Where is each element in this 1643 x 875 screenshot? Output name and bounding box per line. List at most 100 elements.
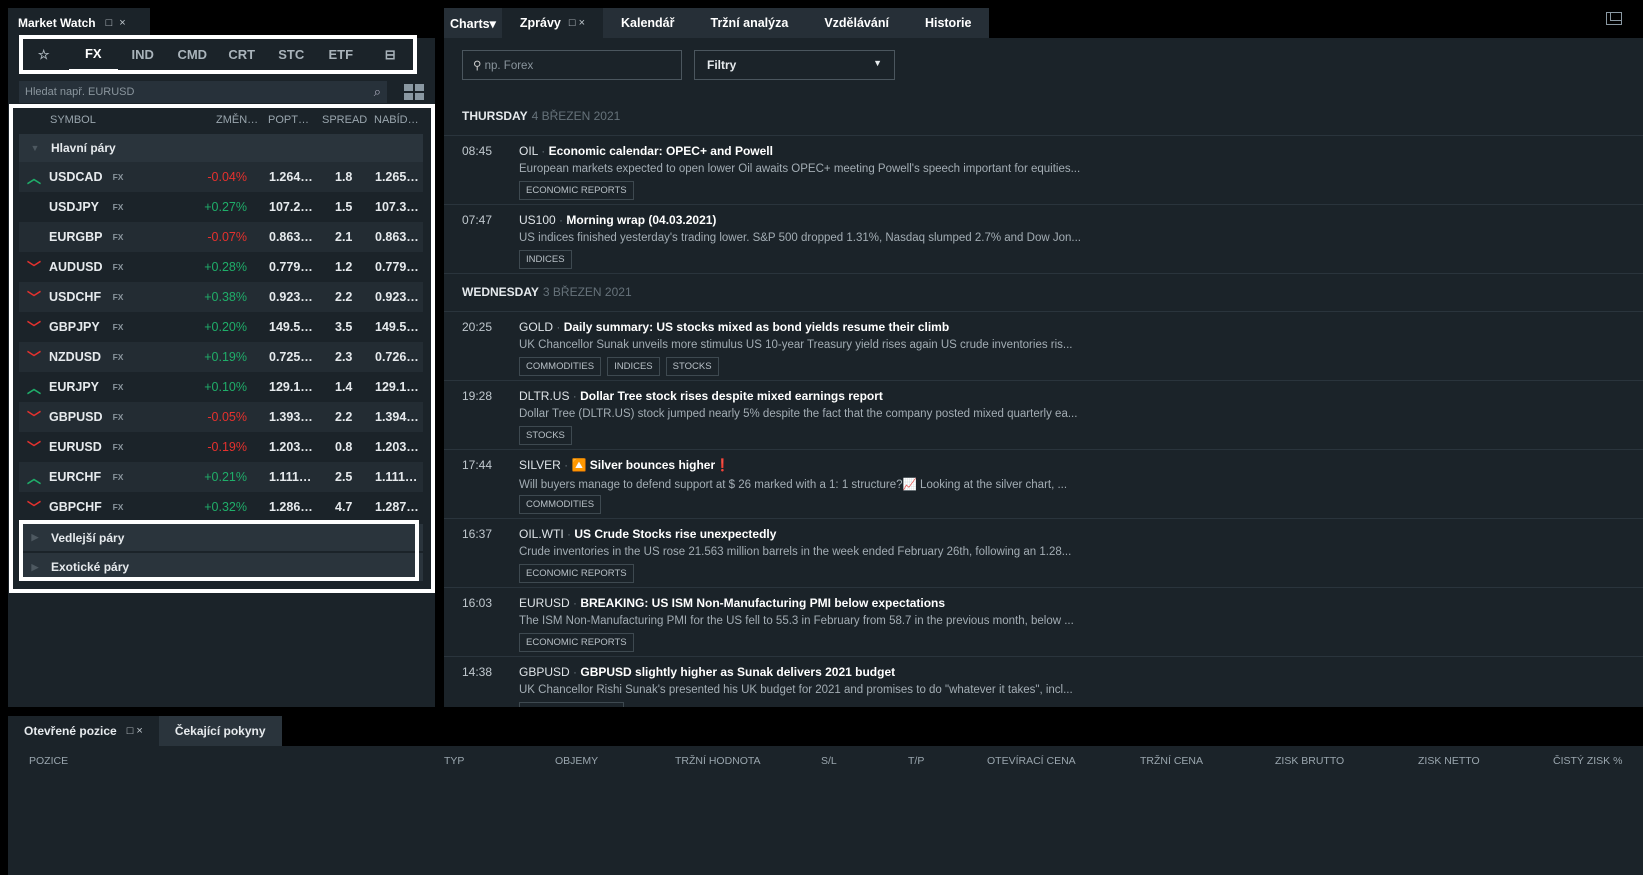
center-tabs: Charts▾ Zprávy □ × Kalendář Tržní analýza Vzd… xyxy=(444,8,990,38)
category-tab-3[interactable]: CMD xyxy=(168,38,218,71)
tab-label: Tržní analýza xyxy=(710,16,789,30)
day-header: THURSDAY 4 BŘEZEN 2021 xyxy=(444,98,1643,136)
news-tags: ECONOMIC REPORTS xyxy=(519,181,634,200)
separator: · xyxy=(560,458,572,472)
news-tags: INDICES xyxy=(519,250,572,269)
separator: · xyxy=(569,596,581,610)
category-tabs: ☆ FX IND CMD CRT STC ETF ⊟ xyxy=(19,38,415,72)
tab-5[interactable]: Historie xyxy=(906,8,990,38)
news-title: DLTR.US · Dollar Tree stock rises despit… xyxy=(519,389,883,403)
tab-4[interactable]: Vzdělávání xyxy=(806,8,907,38)
tab-label: Vzdělávání xyxy=(824,16,889,30)
news-title: GOLD · Daily summary: US stocks mixed as… xyxy=(519,320,949,334)
news-tag[interactable]: INDICES xyxy=(519,250,572,269)
news-symbol[interactable]: DLTR.US xyxy=(519,389,569,403)
news-tags: ECONOMIC REPORTS xyxy=(519,633,634,652)
news-tag[interactable]: ECONOMIC REPORTS xyxy=(519,564,634,583)
news-symbol[interactable]: GBPUSD xyxy=(519,665,570,679)
grid-view-icon[interactable] xyxy=(404,84,424,100)
news-tag[interactable]: STOCKS xyxy=(665,357,719,376)
news-time: 08:45 xyxy=(462,144,493,158)
news-tag[interactable]: ECONOMIC REPORTS xyxy=(519,633,634,652)
news-item[interactable]: 08:45 OIL · Economic calendar: OPEC+ and … xyxy=(444,136,1643,205)
news-headline[interactable]: US Crude Stocks rise unexpectedly xyxy=(574,527,776,541)
news-description: US indices finished yesterday's trading … xyxy=(519,232,1081,244)
news-tag[interactable]: ECONOMIC REPORTS xyxy=(519,181,634,200)
separator: · xyxy=(569,389,581,403)
filter-dropdown[interactable]: Filtry ▼ xyxy=(694,50,895,80)
col-6[interactable]: OTEVÍRACÍ CENA xyxy=(987,755,1076,767)
day-name: WEDNESDAY xyxy=(462,285,539,299)
news-tag[interactable]: INDICES xyxy=(607,357,660,376)
news-description: Will buyers manage to defend support at … xyxy=(519,479,1068,491)
category-tab-0[interactable]: ☆ xyxy=(19,38,69,71)
news-headline[interactable]: BREAKING: US ISM Non-Manufacturing PMI b… xyxy=(580,596,945,610)
tab-0[interactable]: Charts▾ xyxy=(444,8,502,38)
category-tab-7[interactable]: ⊟ xyxy=(366,38,416,71)
news-item[interactable]: 20:25 GOLD · Daily summary: US stocks mix… xyxy=(444,312,1643,381)
news-description: European markets expected to open lower … xyxy=(519,163,1081,175)
col-2[interactable]: OBJEMY xyxy=(555,755,598,767)
category-tab-5[interactable]: STC xyxy=(267,38,317,71)
news-item[interactable]: 16:37 OIL.WTI · US Crude Stocks rise unex… xyxy=(444,519,1643,588)
news-symbol[interactable]: SILVER xyxy=(519,458,561,472)
news-search-input[interactable]: ⚲ np. Forex xyxy=(462,50,682,80)
separator: · xyxy=(537,144,549,158)
news-item[interactable]: 07:47 US100 · Morning wrap (04.03.2021) US… xyxy=(444,205,1643,274)
search-icon: ⚲ xyxy=(473,60,485,72)
market-watch-tab[interactable]: Market Watch □ × xyxy=(8,8,150,38)
news-headline[interactable]: Economic calendar: OPEC+ and Powell xyxy=(549,144,773,158)
news-symbol[interactable]: OIL.WTI xyxy=(519,527,564,541)
col-8[interactable]: ZISK BRUTTO xyxy=(1275,755,1344,767)
news-symbol[interactable]: GOLD xyxy=(519,320,553,334)
search-placeholder: Hledat např. EURUSD xyxy=(25,86,135,98)
col-1[interactable]: TYP xyxy=(444,755,464,767)
tab-open-positions[interactable]: Otevřené pozice □ × xyxy=(8,716,159,746)
news-item[interactable]: 19:28 DLTR.US · Dollar Tree stock rises d… xyxy=(444,381,1643,450)
layout-icon[interactable] xyxy=(1606,12,1622,25)
tab-pending-orders[interactable]: Čekající pokyny xyxy=(158,716,282,746)
news-tag[interactable] xyxy=(519,702,624,707)
maximize-close-icons[interactable]: □ × xyxy=(106,17,128,29)
day-header: WEDNESDAY 3 BŘEZEN 2021 xyxy=(444,274,1643,312)
col-10[interactable]: ČISTÝ ZISK % xyxy=(1553,755,1622,767)
news-item[interactable]: 16:03 EURUSD · BREAKING: US ISM Non-Manuf… xyxy=(444,588,1643,657)
news-time: 20:25 xyxy=(462,320,493,334)
news-tag[interactable]: COMMODITIES xyxy=(519,357,602,376)
category-tab-4[interactable]: CRT xyxy=(217,38,267,71)
category-tab-6[interactable]: ETF xyxy=(316,38,366,71)
news-headline[interactable]: GBPUSD slightly higher as Sunak delivers… xyxy=(580,665,895,679)
news-item[interactable]: 17:44 SILVER · 🔼 Silver bounces higher❗ Wi… xyxy=(444,450,1643,519)
tab-1[interactable]: Zprávy □ × xyxy=(501,8,603,38)
col-5[interactable]: T/P xyxy=(908,755,924,767)
news-headline[interactable]: Morning wrap (04.03.2021) xyxy=(566,213,716,227)
col-4[interactable]: S/L xyxy=(821,755,837,767)
news-title: US100 · Morning wrap (04.03.2021) xyxy=(519,213,716,227)
news-tag[interactable]: COMMODITIES xyxy=(519,495,602,514)
news-symbol[interactable]: EURUSD xyxy=(519,596,570,610)
col-0[interactable]: POZICE xyxy=(29,755,68,767)
maximize-close-icons[interactable]: □ × xyxy=(569,17,585,29)
news-headline[interactable]: 🔼 Silver bounces higher❗ xyxy=(571,458,730,472)
category-tab-1[interactable]: FX xyxy=(68,38,118,71)
col-3[interactable]: TRŽNÍ HODNOTA xyxy=(675,755,761,767)
tab-label: Kalendář xyxy=(621,16,675,30)
news-description: Crude inventories in the US rose 21.563 … xyxy=(519,546,1072,558)
news-symbol[interactable]: US100 xyxy=(519,213,556,227)
tab-3[interactable]: Tržní analýza xyxy=(692,8,807,38)
col-9[interactable]: ZISK NETTO xyxy=(1418,755,1480,767)
news-headline[interactable]: Daily summary: US stocks mixed as bond y… xyxy=(564,320,949,334)
news-title: OIL · Economic calendar: OPEC+ and Powel… xyxy=(519,144,773,158)
search-icon: ⌕ xyxy=(373,84,381,99)
maximize-close-icons[interactable]: □ × xyxy=(127,725,143,737)
news-item[interactable]: 14:38 GBPUSD · GBPUSD slightly higher as … xyxy=(444,657,1643,707)
tab-label: Charts▾ xyxy=(450,16,496,31)
news-symbol[interactable]: OIL xyxy=(519,144,538,158)
news-description: UK Chancellor Sunak unveils more stimulu… xyxy=(519,339,1073,351)
news-tag[interactable]: STOCKS xyxy=(519,426,572,445)
filter-label: Filtry xyxy=(707,58,737,72)
col-7[interactable]: TRŽNÍ CENA xyxy=(1140,755,1203,767)
news-headline[interactable]: Dollar Tree stock rises despite mixed ea… xyxy=(580,389,883,403)
tab-2[interactable]: Kalendář xyxy=(603,8,693,38)
category-tab-2[interactable]: IND xyxy=(118,38,168,71)
